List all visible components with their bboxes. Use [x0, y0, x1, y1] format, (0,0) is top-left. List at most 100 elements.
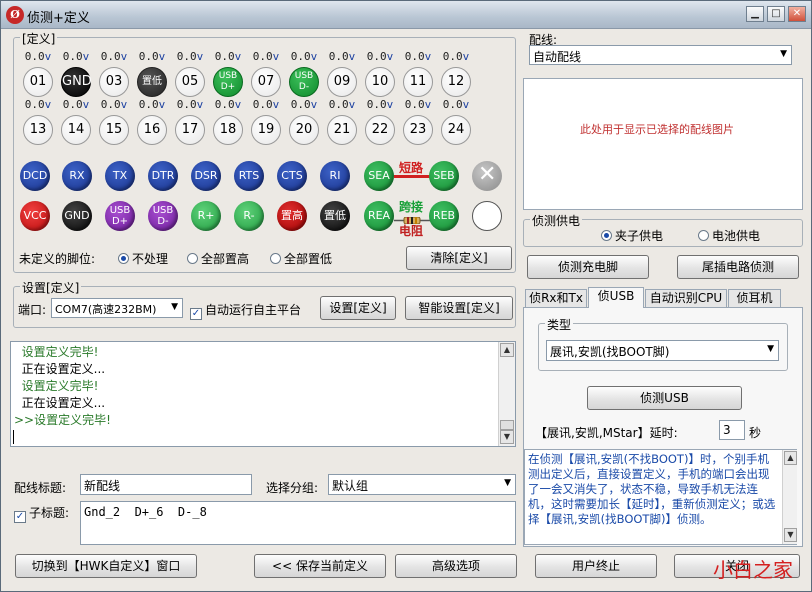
- text-cursor: [13, 430, 14, 444]
- scroll-down-icon[interactable]: ▼: [500, 430, 514, 444]
- pin-9[interactable]: 09: [327, 67, 357, 97]
- undef-option-none[interactable]: 不处理: [118, 250, 168, 267]
- delay-input[interactable]: 3: [719, 420, 745, 440]
- pin-5[interactable]: 05: [175, 67, 205, 97]
- rea-pin[interactable]: REA: [364, 201, 394, 231]
- power-option-battery[interactable]: 电池供电: [698, 227, 760, 244]
- type-select[interactable]: 展讯,安凯(找BOOT脚) ▼: [546, 340, 779, 361]
- pin-6[interactable]: USB D+: [213, 67, 243, 97]
- pin-18[interactable]: 18: [213, 115, 243, 145]
- subtitle-input[interactable]: Gnd_2 D+_6 D-_8: [80, 501, 516, 545]
- voltage-label: 0.0v: [172, 98, 208, 111]
- empty-circle[interactable]: [472, 201, 502, 231]
- pin-4[interactable]: 置低: [137, 67, 167, 97]
- wiring-image-text: 此处用于显示已选择的配线图片: [580, 123, 734, 136]
- signal-btn-4[interactable]: USB D-: [148, 201, 178, 231]
- undef-option-low[interactable]: 全部置低: [270, 250, 332, 267]
- voltage-label: 0.0v: [286, 98, 322, 111]
- pin-16[interactable]: 16: [137, 115, 167, 145]
- port-select[interactable]: COM7(高速232BM) ▼: [51, 298, 183, 318]
- signal-btn-6[interactable]: R-: [234, 201, 264, 231]
- undef-option-high[interactable]: 全部置高: [187, 250, 249, 267]
- signal-btn-1[interactable]: VCC: [20, 201, 50, 231]
- scroll-thumb[interactable]: [500, 420, 514, 430]
- subtitle-checkbox[interactable]: ✓ 子标题:: [14, 504, 69, 523]
- pin-23[interactable]: 23: [403, 115, 433, 145]
- voltage-value: 0.0: [404, 50, 425, 63]
- switch-hwk-button[interactable]: 切换到【HWK自定义】窗口: [15, 554, 197, 578]
- signal-btn-5[interactable]: R+: [191, 201, 221, 231]
- pin-1[interactable]: 01: [23, 67, 53, 97]
- power-option-clip[interactable]: 夹子供电: [601, 227, 663, 244]
- wiring-title-input[interactable]: 新配线: [80, 474, 252, 495]
- title-bar[interactable]: Ø 侦测+定义 ▁ □ ✕: [1, 1, 811, 29]
- scroll-up-icon[interactable]: ▲: [500, 343, 514, 357]
- advanced-options-button[interactable]: 高级选项: [395, 554, 517, 578]
- wiring-select[interactable]: 自动配线 ▼: [529, 45, 792, 65]
- maximize-button[interactable]: □: [767, 6, 785, 22]
- radio-icon: [187, 253, 198, 264]
- signal-dtr[interactable]: DTR: [148, 161, 178, 191]
- pin-7[interactable]: 07: [251, 67, 281, 97]
- auto-run-checkbox[interactable]: ✓ 自动运行自主平台: [190, 301, 301, 320]
- detect-usb-button[interactable]: 侦测USB: [587, 386, 742, 410]
- cancel-circle[interactable]: ✕: [472, 161, 502, 191]
- signal-cts[interactable]: CTS: [277, 161, 307, 191]
- pin-14[interactable]: 14: [61, 115, 91, 145]
- pin-8[interactable]: USB D-: [289, 67, 319, 97]
- tab-usb[interactable]: 侦USB: [588, 287, 644, 308]
- set-define-button[interactable]: 设置[定义]: [320, 296, 396, 320]
- pin-12[interactable]: 12: [441, 67, 471, 97]
- log-line: 正在设置定义...: [14, 396, 106, 410]
- signal-rx[interactable]: RX: [62, 161, 92, 191]
- pin-11[interactable]: 11: [403, 67, 433, 97]
- pin-22[interactable]: 22: [365, 115, 395, 145]
- voltage-value: 0.0: [290, 50, 311, 63]
- minimize-button[interactable]: ▁: [746, 6, 764, 22]
- signal-ri[interactable]: RI: [320, 161, 350, 191]
- signal-btn-7[interactable]: 置高: [277, 201, 307, 231]
- save-define-button[interactable]: << 保存当前定义: [254, 554, 386, 578]
- tab-rx-tx[interactable]: 侦Rx和Tx: [525, 289, 587, 307]
- info-scrollbar[interactable]: ▲ ▼: [782, 450, 797, 544]
- sea-pin[interactable]: SEA: [364, 161, 394, 191]
- user-stop-button[interactable]: 用户终止: [535, 554, 657, 578]
- pin-2[interactable]: GND: [61, 67, 92, 97]
- signal-dsr[interactable]: DSR: [191, 161, 221, 191]
- tab-earphone[interactable]: 侦耳机: [728, 289, 781, 307]
- group-select[interactable]: 默认组 ▼: [328, 474, 516, 495]
- tab-auto-cpu[interactable]: 自动识别CPU: [645, 289, 727, 307]
- tail-circuit-detect-button[interactable]: 尾插电路侦测: [677, 255, 799, 279]
- pin-20[interactable]: 20: [289, 115, 319, 145]
- pin-15[interactable]: 15: [99, 115, 129, 145]
- pin-19[interactable]: 19: [251, 115, 281, 145]
- pin-3[interactable]: 03: [99, 67, 129, 97]
- seb-pin[interactable]: SEB: [429, 161, 459, 191]
- resistor-label: 电阻: [399, 224, 424, 238]
- voltage-label: 0.0v: [172, 50, 208, 63]
- checkmark-icon: ✓: [14, 511, 26, 523]
- pin-21[interactable]: 21: [327, 115, 357, 145]
- signal-tx[interactable]: TX: [105, 161, 135, 191]
- pin-17[interactable]: 17: [175, 115, 205, 145]
- pin-13[interactable]: 13: [23, 115, 53, 145]
- signal-btn-2[interactable]: GND: [62, 201, 92, 231]
- log-scrollbar[interactable]: ▲ ▼: [498, 342, 515, 446]
- signal-rts[interactable]: RTS: [234, 161, 264, 191]
- smart-set-define-button[interactable]: 智能设置[定义]: [405, 296, 513, 320]
- watermark: 小白之家: [713, 558, 793, 582]
- close-window-button[interactable]: ✕: [788, 6, 806, 22]
- pin-24[interactable]: 24: [441, 115, 471, 145]
- scroll-up-icon[interactable]: ▲: [784, 451, 797, 465]
- signal-btn-8[interactable]: 置低: [320, 201, 350, 231]
- signal-btn-3[interactable]: USB D+: [105, 201, 135, 231]
- detect-charge-pin-button[interactable]: 侦测充电脚: [527, 255, 649, 279]
- voltage-unit: v: [196, 50, 204, 63]
- reb-pin[interactable]: REB: [429, 201, 459, 231]
- log-area[interactable]: 设置定义完毕! 正在设置定义... 设置定义完毕! 正在设置定义... >>设置定…: [10, 341, 516, 447]
- pin-10[interactable]: 10: [365, 67, 395, 97]
- chevron-down-icon: ▼: [171, 302, 178, 312]
- scroll-down-icon[interactable]: ▼: [784, 528, 797, 542]
- signal-dcd[interactable]: DCD: [20, 161, 50, 191]
- clear-define-button[interactable]: 清除[定义]: [406, 246, 512, 270]
